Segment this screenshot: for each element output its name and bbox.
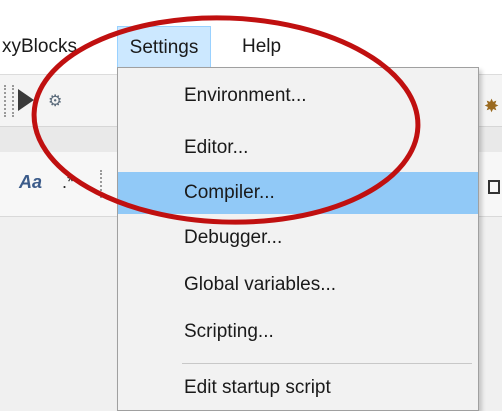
build-icon[interactable]: ⚙ xyxy=(48,91,70,113)
menu-item-global-variables[interactable]: Global variables... xyxy=(118,264,478,306)
menu-separator xyxy=(182,363,472,364)
settings-dropdown-menu: Environment... Editor... Compiler... Deb… xyxy=(117,67,479,411)
menu-item-debugger[interactable]: Debugger... xyxy=(118,217,478,259)
regex-icon[interactable]: .* xyxy=(62,172,74,193)
menu-item-scripting[interactable]: Scripting... xyxy=(118,311,478,353)
menu-item-editor[interactable]: Editor... xyxy=(118,127,478,169)
toolbar-grip xyxy=(100,170,104,198)
menu-codeblocks[interactable]: xyBlocks xyxy=(0,26,85,68)
menu-item-compiler[interactable]: Compiler... xyxy=(118,172,478,214)
menu-help[interactable]: Help xyxy=(234,26,289,68)
menu-settings[interactable]: Settings xyxy=(117,26,211,68)
menu-item-edit-startup-script[interactable]: Edit startup script xyxy=(118,367,478,409)
match-case-icon[interactable]: Aa xyxy=(19,172,42,193)
settings-icon[interactable]: ✸ xyxy=(484,97,502,115)
menu-item-environment[interactable]: Environment... xyxy=(118,75,478,117)
play-icon[interactable] xyxy=(18,89,34,111)
toolbar-grip xyxy=(12,85,16,117)
toolbar-grip xyxy=(4,85,8,117)
menu-bar: xyBlocks Settings Help xyxy=(0,0,502,74)
toggle-icon[interactable] xyxy=(488,180,500,194)
